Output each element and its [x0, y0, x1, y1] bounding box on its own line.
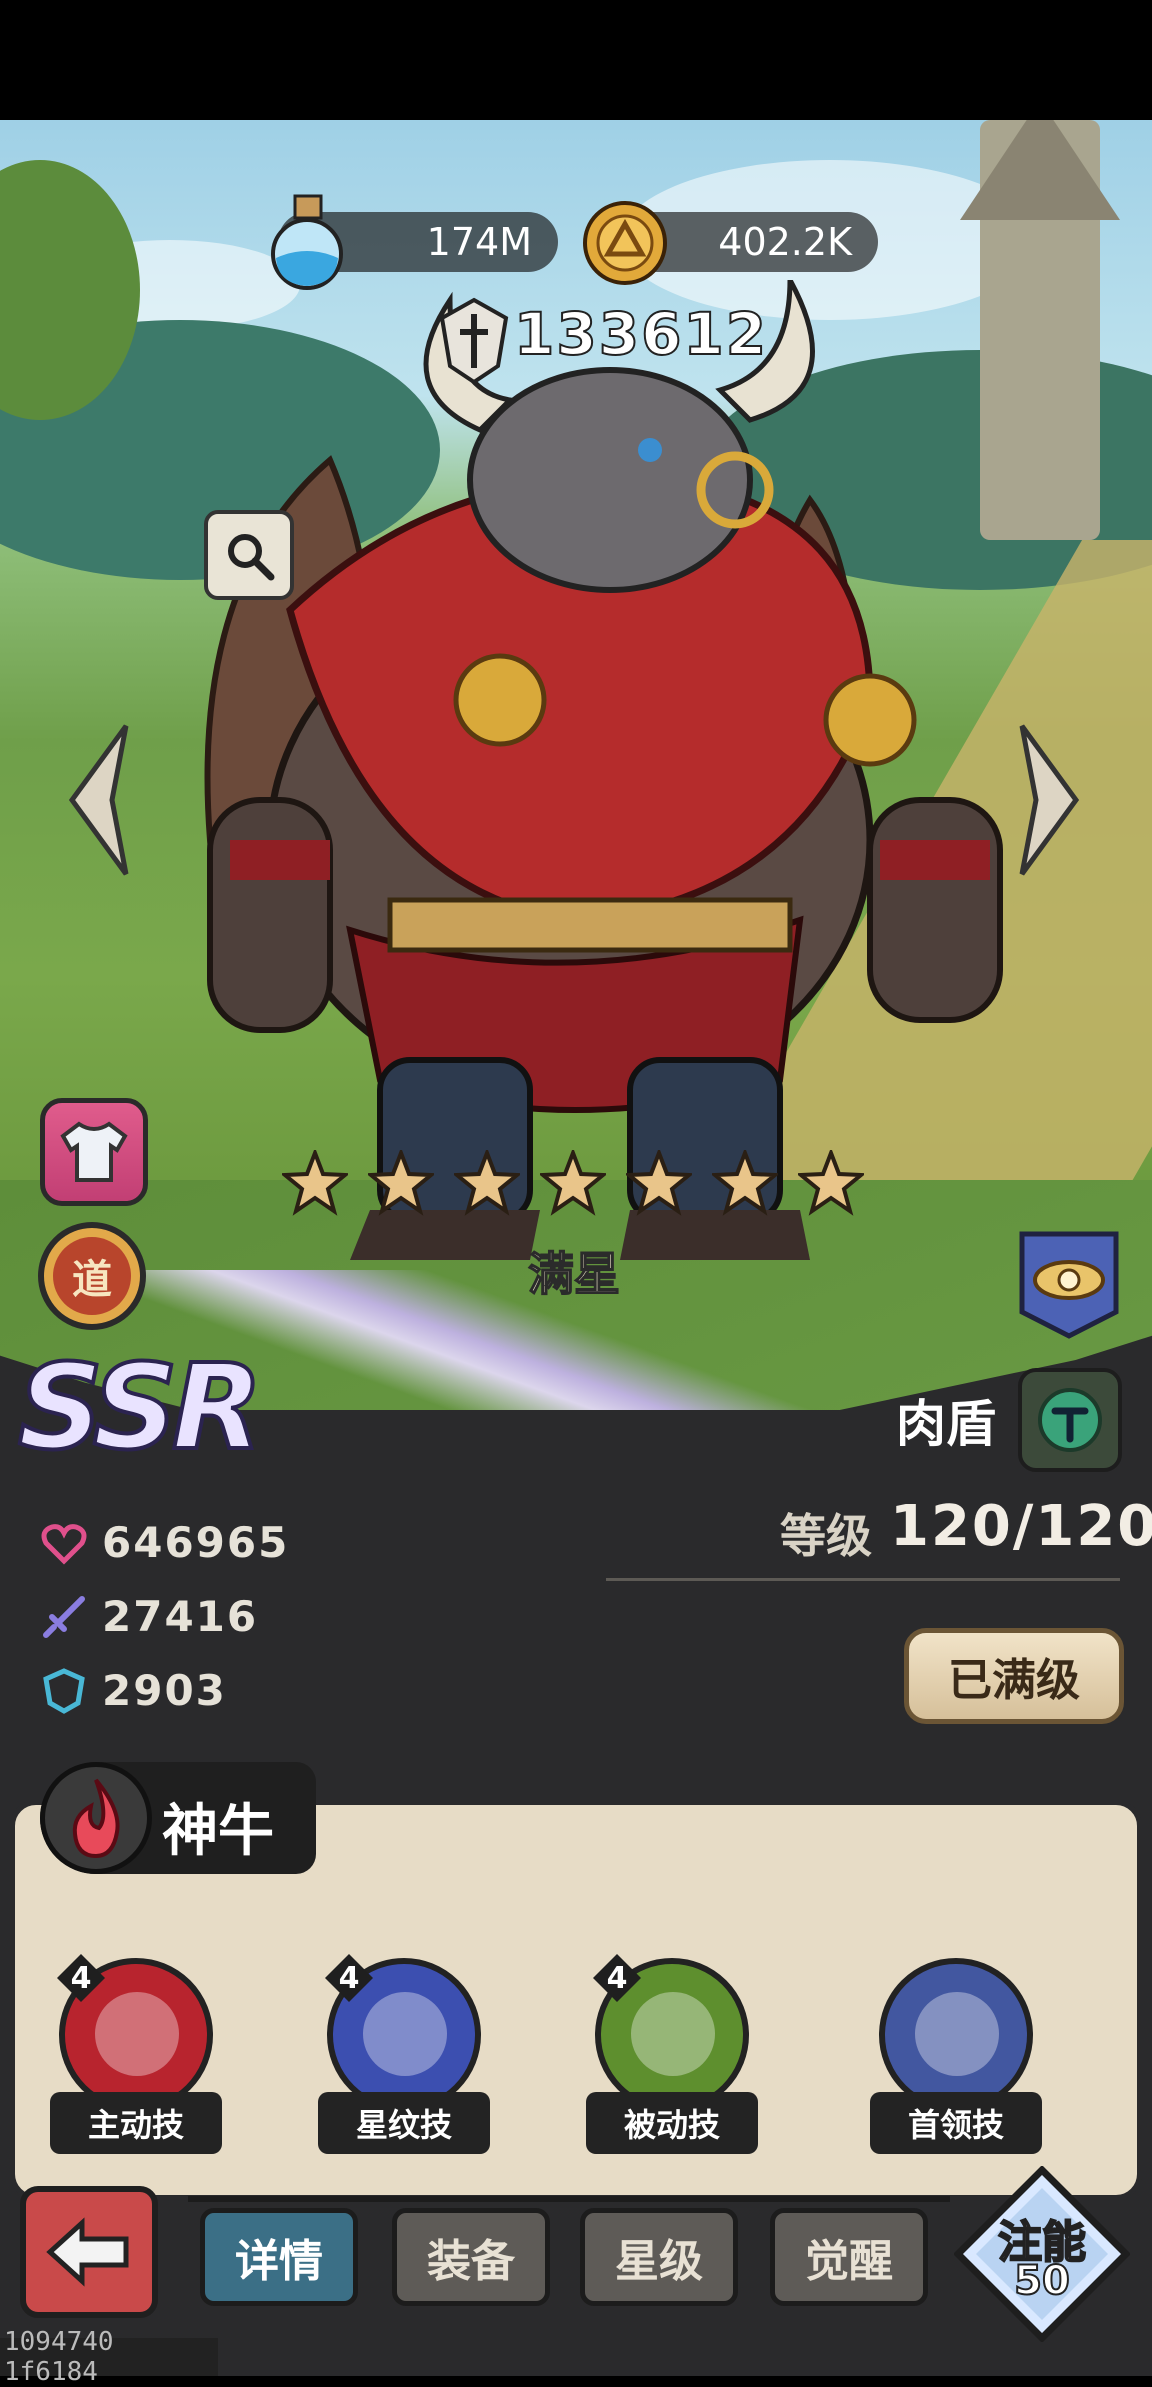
level-label: 等级: [780, 1509, 872, 1563]
role-icon-frame: [1018, 1368, 1122, 1472]
skill-0[interactable]: 4 主动技: [46, 1954, 226, 2154]
lightbulb-icon: 4: [593, 1954, 749, 2112]
magnifier-icon: [228, 534, 275, 581]
skill-level-badge: 4: [593, 1954, 641, 2002]
heart-hp-icon: [41, 1523, 87, 1565]
hero-bull-character: [204, 280, 1003, 1260]
skill-3[interactable]: 首领技: [866, 1958, 1046, 2154]
shield-defense-icon: [43, 1667, 85, 1714]
sword-attack-icon: [43, 1595, 85, 1638]
level-value: 120/120: [890, 1494, 1152, 1559]
coin-amount: 402.2K: [718, 220, 852, 264]
skill-1[interactable]: 4 星纹技: [314, 1954, 494, 2154]
back-arrow-icon: [46, 2217, 129, 2287]
leader-emblem-button[interactable]: [1012, 1228, 1126, 1340]
star-icon: [626, 1150, 692, 1216]
dao-seal-label: 道: [53, 1237, 131, 1315]
lightning-scroll-icon: 4: [57, 1954, 213, 2112]
skill-label: 首领技: [870, 2092, 1042, 2154]
dao-seal-button[interactable]: 道: [38, 1222, 146, 1330]
golden-eye-icon: [879, 1958, 1033, 2112]
tab-equipment[interactable]: 装备: [392, 2208, 550, 2306]
star-icon: [282, 1150, 348, 1216]
skill-label: 星纹技: [318, 2092, 490, 2154]
skill-label: 主动技: [50, 2092, 222, 2154]
defense-value: 2903: [102, 1666, 227, 1715]
skill-label: 被动技: [586, 2092, 758, 2154]
potion-flask-icon: [271, 194, 343, 290]
tab-details[interactable]: 详情: [200, 2208, 358, 2306]
shield-tank-icon: [1038, 1388, 1102, 1452]
purple-crystal-icon: 4: [325, 1954, 481, 2112]
potion-amount: 174M: [426, 220, 532, 264]
star-icon: [454, 1150, 520, 1216]
back-button[interactable]: [20, 2186, 158, 2318]
gold-coin-icon: [583, 201, 667, 285]
debug-id-text: 1094740 1f6184: [0, 2327, 218, 2387]
skin-button[interactable]: [40, 1098, 148, 1206]
skill-level-badge: 4: [325, 1954, 373, 2002]
shirt-icon: [60, 1121, 128, 1182]
skill-list: 4 主动技 4 星纹技 4 被动技 首领技: [46, 1954, 1106, 2154]
star-rating: [282, 1150, 864, 1216]
combat-power-icon: [439, 297, 509, 385]
attack-value: 27416: [102, 1592, 259, 1641]
star-icon: [798, 1150, 864, 1216]
defense-stat: 2903: [40, 1666, 227, 1715]
star-icon: [712, 1150, 778, 1216]
star-icon: [540, 1150, 606, 1216]
hp-stat: 646965: [40, 1518, 289, 1567]
status-bar: [0, 0, 1152, 120]
role-tag: 肉盾: [870, 1368, 1122, 1472]
level-divider: [606, 1578, 1120, 1581]
inject-button[interactable]: 注能 50: [954, 2166, 1130, 2342]
max-level-button[interactable]: 已满级: [904, 1628, 1124, 1724]
tab-awaken[interactable]: 觉醒: [770, 2208, 928, 2306]
inspect-button[interactable]: [204, 510, 294, 600]
fire-element-icon: [40, 1762, 152, 1874]
hero-name: 神牛: [162, 1799, 274, 1864]
hero-name-tag: 神牛: [40, 1762, 316, 1874]
inject-count: 50: [1013, 2257, 1071, 2305]
skill-level-badge: 4: [57, 1954, 105, 2002]
hp-value: 646965: [102, 1518, 290, 1567]
previous-hero-arrow-icon[interactable]: [64, 720, 134, 880]
role-label: 肉盾: [896, 1395, 996, 1453]
golden-eye-emblem-icon: [1019, 1231, 1119, 1339]
tab-star-level[interactable]: 星级: [580, 2208, 738, 2306]
tab-bar-divider: [188, 2196, 950, 2202]
attack-stat: 27416: [40, 1592, 258, 1641]
max-star-label: 满星: [527, 1246, 621, 1302]
skill-2[interactable]: 4 被动技: [582, 1954, 762, 2154]
next-hero-arrow-icon[interactable]: [1014, 720, 1084, 880]
rarity-badge: SSR: [16, 1336, 265, 1478]
star-icon: [368, 1150, 434, 1216]
combat-power-value: 133612: [513, 299, 769, 369]
